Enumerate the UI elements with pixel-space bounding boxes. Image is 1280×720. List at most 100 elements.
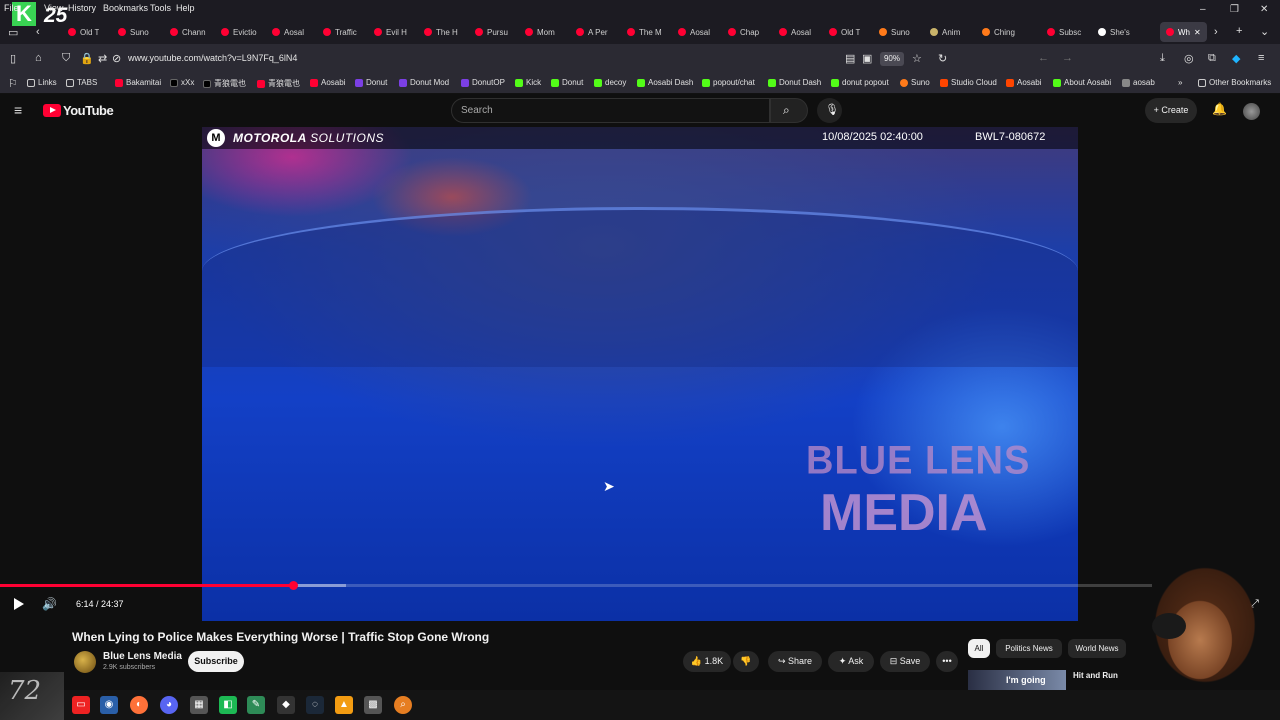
tab[interactable]: Suno [118, 22, 149, 42]
bookmark-star-icon[interactable]: ☆ [912, 52, 922, 65]
chip-all[interactable]: All [968, 639, 990, 658]
permissions-icon[interactable]: ⇄ [98, 52, 107, 65]
taskbar-app-icon[interactable]: ▭ [72, 696, 90, 714]
tab[interactable]: Pursu [475, 22, 508, 42]
youtube-logo-text[interactable]: YouTube [63, 103, 114, 118]
autoplay-blocked-icon[interactable]: ⊘ [112, 52, 121, 65]
minimize-icon[interactable]: – [1200, 4, 1206, 15]
volume-icon[interactable]: 🔊 [42, 597, 57, 611]
tab[interactable]: Chann [170, 22, 206, 42]
tab-list-icon[interactable]: ▭ [8, 26, 18, 39]
save-button[interactable]: ⊟ Save [880, 651, 930, 672]
tab[interactable]: A Per [576, 22, 608, 42]
tab[interactable]: She's [1098, 22, 1130, 42]
recommended-thumbnail[interactable]: I'm going [968, 670, 1066, 690]
bookmark-item[interactable]: 青狼電也 [203, 78, 246, 89]
close-tab-icon[interactable]: ✕ [1194, 28, 1201, 37]
restore-icon[interactable]: ❐ [1230, 4, 1239, 15]
bookmark-item[interactable]: Aosabi [310, 78, 345, 87]
scrubber-handle[interactable] [288, 581, 298, 590]
tab[interactable]: Subsc [1047, 22, 1081, 42]
bookmark-item[interactable]: xXx [170, 78, 194, 87]
zoom-level[interactable]: 90% [880, 52, 904, 66]
reader-view-icon[interactable]: ▤ [845, 52, 855, 65]
bookmarks-menu-icon[interactable]: ⚐ [8, 77, 18, 90]
share-button[interactable]: ↪ Share [768, 651, 822, 672]
discord-icon[interactable]: ◕ [160, 696, 178, 714]
bookmark-item[interactable]: Donut [355, 78, 387, 87]
close-window-icon[interactable]: ✕ [1260, 4, 1268, 15]
steam-icon[interactable]: ◌ [306, 696, 324, 714]
sidebar-toggle-icon[interactable]: ▯ [10, 52, 16, 65]
bookmark-item[interactable]: aosab [1122, 78, 1155, 87]
scroll-tabs-right-icon[interactable]: › [1214, 26, 1218, 38]
reload-icon[interactable]: ↻ [938, 52, 947, 65]
extension-icon[interactable]: ◆ [1232, 52, 1240, 65]
bookmark-item[interactable]: TABS [66, 78, 97, 87]
dislike-button[interactable]: 👎 [733, 651, 759, 672]
youtube-logo-icon[interactable] [43, 104, 61, 117]
bookmarks-overflow-icon[interactable]: » [1178, 78, 1182, 87]
chip-world-news[interactable]: World News [1068, 639, 1126, 658]
bookmark-item[interactable]: Aosabi [1006, 78, 1041, 87]
firefox-icon[interactable]: ◐ [130, 696, 148, 714]
tab[interactable]: Anim [930, 22, 960, 42]
tab[interactable]: The H [424, 22, 458, 42]
tab[interactable]: Aosal [272, 22, 304, 42]
like-button[interactable]: 👍 1.8K [683, 651, 731, 672]
vlc-icon[interactable]: ▲ [335, 696, 353, 714]
url-bar[interactable]: www.youtube.com/watch?v=L9N7Fq_6lN4 [128, 53, 297, 63]
menu-file[interactable]: File [4, 3, 19, 13]
tab[interactable]: Aosal [779, 22, 811, 42]
tab-active[interactable]: Wh ✕ [1160, 22, 1207, 42]
menu-bookmarks[interactable]: Bookmarks [103, 3, 148, 13]
bookmark-item[interactable]: Donut Mod [399, 78, 449, 87]
tab[interactable]: Ching [982, 22, 1015, 42]
tab[interactable]: Chap [728, 22, 759, 42]
hamburger-menu-icon[interactable]: ≡ [14, 102, 22, 118]
app-icon[interactable]: ◧ [219, 696, 237, 714]
bookmark-item[interactable]: Donut [551, 78, 583, 87]
search-button[interactable]: ⌕ [770, 98, 808, 123]
progress-bar[interactable] [0, 581, 1152, 590]
other-bookmarks[interactable]: Other Bookmarks [1198, 78, 1271, 87]
extensions-icon[interactable]: ⧉ [1208, 52, 1216, 65]
channel-name[interactable]: Blue Lens Media [103, 651, 182, 662]
new-tab-icon[interactable]: + [1236, 25, 1242, 37]
app-icon[interactable]: ◆ [277, 696, 295, 714]
lock-icon[interactable]: 🔒 [80, 52, 94, 65]
video-player[interactable]: M MOTOROLA SOLUTIONS 10/08/2025 02:40:00… [202, 127, 1078, 621]
tab[interactable]: Old T [829, 22, 860, 42]
app-icon[interactable]: ▦ [190, 696, 208, 714]
back-icon[interactable]: ← [1038, 52, 1049, 64]
tab[interactable]: Suno [879, 22, 910, 42]
bookmark-item[interactable]: Kick [515, 78, 541, 87]
bookmark-item[interactable]: Links [27, 78, 57, 87]
scroll-tabs-left-icon[interactable]: ‹ [36, 26, 40, 38]
menu-history[interactable]: History [68, 3, 96, 13]
bookmark-item[interactable]: donut popout [831, 78, 889, 87]
forward-icon[interactable]: → [1062, 52, 1073, 64]
create-button[interactable]: + Create [1145, 98, 1197, 123]
tab[interactable]: Evictio [221, 22, 257, 42]
bookmark-item[interactable]: Aosabi Dash [637, 78, 693, 87]
menu-view[interactable]: View [44, 3, 63, 13]
bookmark-item[interactable]: Donut Dash [768, 78, 821, 87]
play-button[interactable] [12, 597, 26, 611]
tab-overflow-icon[interactable]: ⌄ [1260, 25, 1269, 38]
tab[interactable]: Mom [525, 22, 555, 42]
recommended-title[interactable]: Hit and Run [1073, 671, 1118, 680]
chip-politics-news[interactable]: Politics News [996, 639, 1062, 658]
bookmark-item[interactable]: popout/chat [702, 78, 755, 87]
steam-icon[interactable]: ◉ [100, 696, 118, 714]
shield-icon[interactable]: ⛉ [62, 52, 70, 65]
bookmark-item[interactable]: Suno [900, 78, 930, 87]
subscribe-button[interactable]: Subscribe [188, 651, 244, 672]
app-menu-icon[interactable]: ≡ [1258, 52, 1264, 64]
tab[interactable]: Aosal [678, 22, 710, 42]
bookmark-item[interactable]: decoy [594, 78, 626, 87]
tab[interactable]: Traffic [323, 22, 357, 42]
channel-avatar[interactable] [74, 651, 96, 673]
ask-button[interactable]: ✦ Ask [828, 651, 874, 672]
downloads-icon[interactable]: ⤓ [1160, 52, 1165, 65]
